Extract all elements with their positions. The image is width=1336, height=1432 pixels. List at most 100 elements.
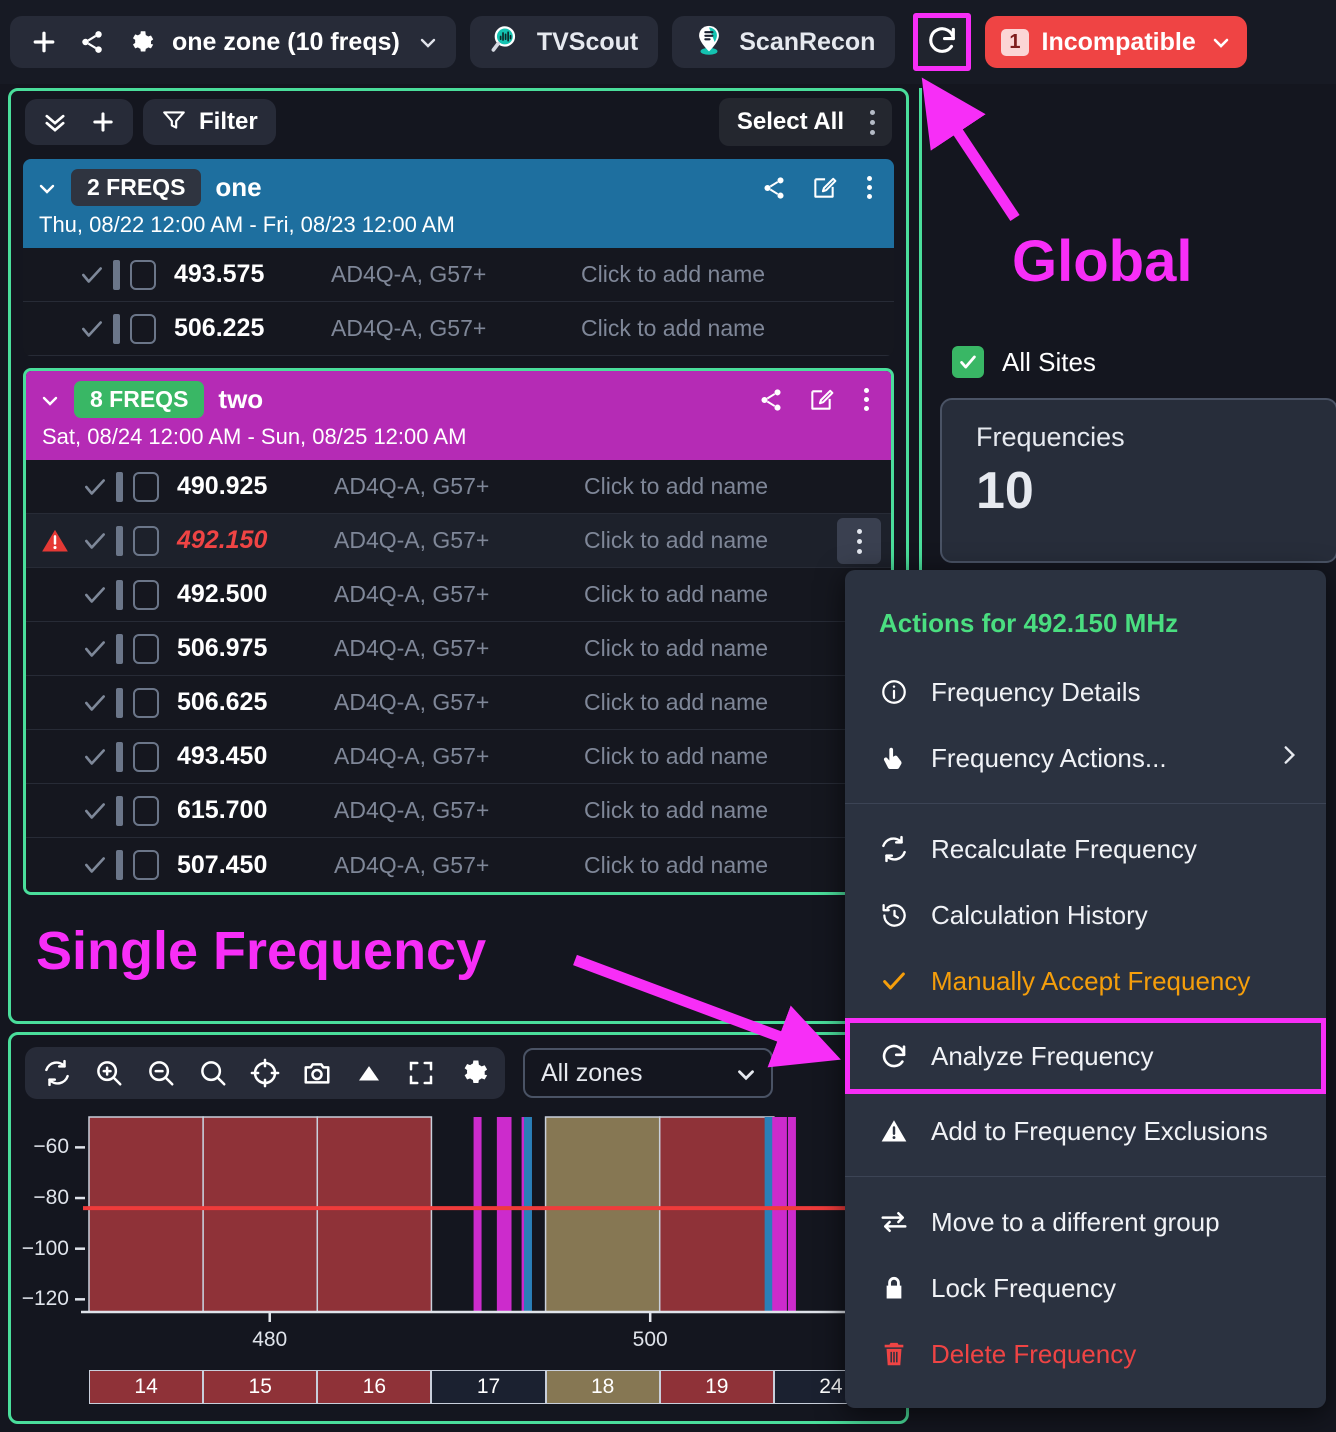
crosshair-icon[interactable] xyxy=(249,1057,281,1089)
frequency-name-placeholder[interactable]: Click to add name xyxy=(584,689,768,716)
menu-item-manually-accept-frequency[interactable]: Manually Accept Frequency xyxy=(845,948,1326,1014)
group-header[interactable]: 8 FREQS two Sat, 08/24 12:00 AM - Sun, 0… xyxy=(26,371,891,460)
channel-legend-cell[interactable]: 15 xyxy=(203,1370,318,1404)
group-rows: 493.575 AD4Q-A, G57+ Click to add name 5… xyxy=(23,248,894,356)
frequency-name-placeholder[interactable]: Click to add name xyxy=(584,852,768,879)
incompatible-status-button[interactable]: 1 Incompatible xyxy=(985,16,1247,68)
channel-band xyxy=(658,1116,775,1313)
menu-item-lock-frequency[interactable]: Lock Frequency xyxy=(845,1255,1326,1321)
zone-filter-select[interactable]: All zones xyxy=(523,1048,773,1098)
table-row[interactable]: 506.225 AD4Q-A, G57+ Click to add name xyxy=(23,302,894,356)
frequency-name-placeholder[interactable]: Click to add name xyxy=(584,473,768,500)
frequency-name-placeholder[interactable]: Click to add name xyxy=(584,527,768,554)
row-actions-kebab-icon[interactable] xyxy=(837,518,881,564)
row-checkbox[interactable] xyxy=(130,313,156,344)
share-icon[interactable] xyxy=(758,172,790,204)
table-row[interactable]: 615.700 AD4Q-A, G57+ Click to add name xyxy=(26,784,891,838)
share-icon[interactable] xyxy=(76,26,108,58)
table-row[interactable]: 492.500 AD4Q-A, G57+ Click to add name xyxy=(26,568,891,622)
scanrecon-button[interactable]: ScanRecon xyxy=(672,16,896,68)
frequency-name-placeholder[interactable]: Click to add name xyxy=(581,315,765,342)
list-toolbar: Filter Select All xyxy=(11,91,906,153)
row-checkbox[interactable] xyxy=(133,741,159,772)
frequency-name-placeholder[interactable]: Click to add name xyxy=(584,635,768,662)
check-icon xyxy=(76,798,114,824)
row-checkbox[interactable] xyxy=(133,633,159,664)
plus-icon[interactable] xyxy=(28,26,60,58)
group-date-range: Thu, 08/22 12:00 AM - Fri, 08/23 12:00 A… xyxy=(39,212,455,237)
select-all-button[interactable]: Select All xyxy=(719,108,862,136)
double-chevron-down-icon[interactable] xyxy=(39,106,71,138)
row-checkbox[interactable] xyxy=(133,850,159,880)
channel-band xyxy=(316,1116,433,1313)
all-sites-checkbox[interactable] xyxy=(952,346,984,378)
menu-item-frequency-actions[interactable]: Frequency Actions... xyxy=(845,725,1326,791)
chevron-down-icon[interactable] xyxy=(416,31,438,53)
gear-icon[interactable] xyxy=(457,1057,489,1089)
table-row[interactable]: 506.975 AD4Q-A, G57+ Click to add name xyxy=(26,622,891,676)
search-icon[interactable] xyxy=(197,1057,229,1089)
spectrum-plot[interactable]: −60 −80 −100 −120 480 500 14 15 16 17 18 19 24 xyxy=(11,1107,906,1407)
menu-item-move-to-group[interactable]: Move to a different group xyxy=(845,1189,1326,1255)
table-row[interactable]: 490.925 AD4Q-A, G57+ Click to add name xyxy=(26,460,891,514)
refresh-button[interactable] xyxy=(913,13,972,71)
fullscreen-icon[interactable] xyxy=(405,1057,437,1089)
triangle-icon[interactable] xyxy=(353,1057,385,1089)
edit-icon[interactable] xyxy=(805,384,837,416)
edit-icon[interactable] xyxy=(808,172,840,204)
zoom-in-icon[interactable] xyxy=(93,1057,125,1089)
menu-item-label: Delete Frequency xyxy=(931,1338,1137,1369)
table-row-selected[interactable]: 492.150 AD4Q-A, G57+ Click to add name xyxy=(26,514,891,568)
frequency-name-placeholder[interactable]: Click to add name xyxy=(581,261,765,288)
check-icon xyxy=(76,690,114,716)
row-checkbox[interactable] xyxy=(133,525,159,556)
plus-icon[interactable] xyxy=(87,106,119,138)
kebab-menu-icon[interactable] xyxy=(855,388,877,411)
camera-icon[interactable] xyxy=(301,1057,333,1089)
all-sites-row[interactable]: All Sites xyxy=(952,346,1096,378)
menu-item-add-to-frequency-exclusions[interactable]: Add to Frequency Exclusions xyxy=(845,1098,1326,1164)
channel-legend-cell[interactable]: 16 xyxy=(317,1370,432,1404)
channel-legend-cell[interactable]: 17 xyxy=(431,1370,546,1404)
menu-item-frequency-details[interactable]: Frequency Details xyxy=(845,659,1326,725)
lock-icon xyxy=(879,1274,909,1302)
menu-item-recalculate-frequency[interactable]: Recalculate Frequency xyxy=(845,816,1326,882)
menu-item-calculation-history[interactable]: Calculation History xyxy=(845,882,1326,948)
chevron-down-icon[interactable] xyxy=(1209,31,1231,53)
frequency-marker xyxy=(503,1117,512,1312)
filter-button[interactable]: Filter xyxy=(143,99,276,145)
table-row[interactable]: 493.575 AD4Q-A, G57+ Click to add name xyxy=(23,248,894,302)
row-checkbox[interactable] xyxy=(133,687,159,718)
chevron-down-icon[interactable] xyxy=(38,389,60,411)
kebab-menu-icon[interactable] xyxy=(862,100,892,144)
row-checkbox[interactable] xyxy=(130,259,156,290)
pointer-hand-icon xyxy=(879,744,909,772)
group-header[interactable]: 2 FREQS one Thu, 08/22 12:00 AM - Fri, 0… xyxy=(23,159,894,248)
chevron-down-icon[interactable] xyxy=(35,177,57,199)
refresh-icon[interactable] xyxy=(41,1057,73,1089)
table-row[interactable]: 493.450 AD4Q-A, G57+ Click to add name xyxy=(26,730,891,784)
zone-selector-label[interactable]: one zone (10 freqs) xyxy=(172,28,400,57)
table-row[interactable]: 506.625 AD4Q-A, G57+ Click to add name xyxy=(26,676,891,730)
menu-item-delete-frequency[interactable]: Delete Frequency xyxy=(845,1321,1326,1387)
zoom-out-icon[interactable] xyxy=(145,1057,177,1089)
channel-legend-cell[interactable]: 19 xyxy=(659,1370,774,1404)
kebab-menu-icon[interactable] xyxy=(858,176,880,199)
row-checkbox[interactable] xyxy=(133,579,159,610)
gear-icon[interactable] xyxy=(124,26,156,58)
menu-item-analyze-frequency[interactable]: Analyze Frequency xyxy=(845,1018,1326,1094)
recalculate-icon xyxy=(879,834,909,864)
share-icon[interactable] xyxy=(755,384,787,416)
frequency-name-placeholder[interactable]: Click to add name xyxy=(584,743,768,770)
row-checkbox[interactable] xyxy=(133,471,159,502)
table-row[interactable]: 507.450 AD4Q-A, G57+ Click to add name xyxy=(26,838,891,892)
frequency-model: AD4Q-A, G57+ xyxy=(334,743,490,769)
chevron-down-icon[interactable] xyxy=(733,1062,755,1084)
tvscout-button[interactable]: TVScout xyxy=(469,16,659,68)
row-checkbox[interactable] xyxy=(133,795,159,826)
channel-legend-cell[interactable]: 14 xyxy=(89,1370,204,1404)
frequency-name-placeholder[interactable]: Click to add name xyxy=(584,797,768,824)
channel-legend-cell[interactable]: 18 xyxy=(545,1370,660,1404)
y-tick-label: −60 xyxy=(33,1135,69,1159)
frequency-name-placeholder[interactable]: Click to add name xyxy=(584,581,768,608)
